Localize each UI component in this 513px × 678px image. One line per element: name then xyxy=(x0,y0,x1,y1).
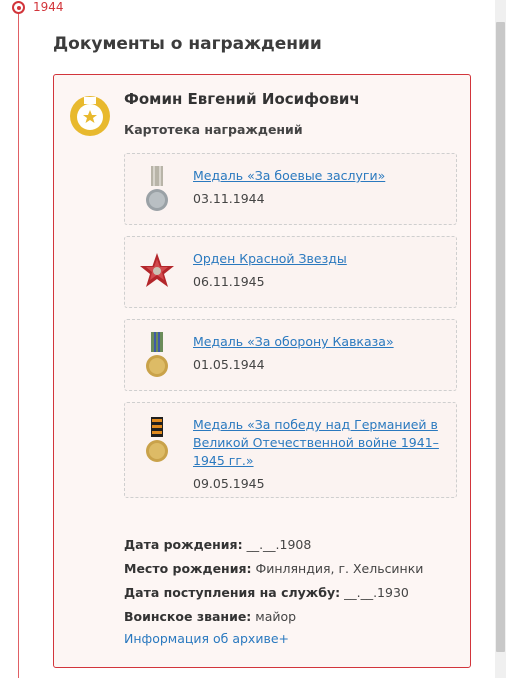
award-item: Медаль «За победу над Германией в Велико… xyxy=(124,402,457,498)
award-item: Медаль «За боевые заслуги» 03.11.1944 xyxy=(124,153,457,225)
medal-combat-merit-icon xyxy=(146,166,168,211)
section-title: Документы о награждении xyxy=(53,34,322,54)
birth-place-label: Место рождения: xyxy=(124,561,252,576)
award-date: 01.05.1944 xyxy=(193,357,265,372)
archive-info-link[interactable]: Информация об архиве+ xyxy=(124,631,289,646)
timeline-line xyxy=(18,8,19,678)
award-link-line1[interactable]: Медаль «За победу над Германией в xyxy=(193,416,443,434)
award-date: 03.11.1944 xyxy=(193,191,265,206)
award-link-line2[interactable]: Великой Отечественной войне 1941– xyxy=(193,434,443,452)
award-date: 09.05.1945 xyxy=(193,476,265,491)
rank-row: Воинское звание: майор xyxy=(124,609,296,624)
service-date-value: __.__.1930 xyxy=(344,585,409,600)
award-link-line3[interactable]: 1945 гг.» xyxy=(193,452,443,470)
timeline-year: 1944 xyxy=(33,0,64,14)
medal-caucasus-defense-icon xyxy=(146,332,168,377)
award-date: 06.11.1945 xyxy=(193,274,265,289)
timeline-dot xyxy=(12,1,25,14)
order-red-star-icon xyxy=(140,253,174,287)
birth-place-value: Финляндия, г. Хельсинки xyxy=(255,561,424,576)
birth-date-value: __.__.1908 xyxy=(246,537,312,552)
service-date-label: Дата поступления на службу: xyxy=(124,585,341,600)
award-badge-icon xyxy=(70,96,110,136)
award-link[interactable]: Медаль «За оборону Кавказа» xyxy=(193,333,443,351)
rank-label: Воинское звание: xyxy=(124,609,252,624)
award-item: Медаль «За оборону Кавказа» 01.05.1944 xyxy=(124,319,457,391)
scrollbar-thumb[interactable] xyxy=(496,22,505,652)
person-name: Фомин Евгений Иосифович xyxy=(124,90,360,108)
award-item: Орден Красной Звезды 06.11.1945 xyxy=(124,236,457,308)
birth-date-label: Дата рождения: xyxy=(124,537,243,552)
rank-value: майор xyxy=(255,609,297,624)
service-date-row: Дата поступления на службу: __.__.1930 xyxy=(124,585,409,600)
medal-victory-germany-icon xyxy=(146,417,168,462)
birth-date-row: Дата рождения: __.__.1908 xyxy=(124,537,311,552)
award-link[interactable]: Медаль «За боевые заслуги» xyxy=(193,167,443,185)
awards-subtitle: Картотека награждений xyxy=(124,122,303,137)
birth-place-row: Место рождения: Финляндия, г. Хельсинки xyxy=(124,561,423,576)
award-link[interactable]: Орден Красной Звезды xyxy=(193,250,443,268)
